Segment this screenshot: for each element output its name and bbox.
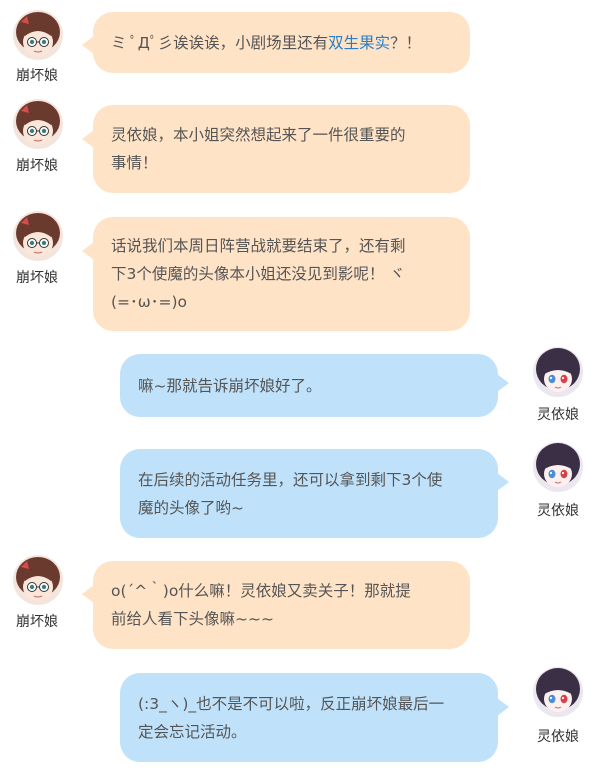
message-bubble: ミ ﾟДﾟ彡诶诶诶，小剧场里还有双生果实？！ [93,12,470,73]
message-bubble: 话说我们本周日阵营战就要结束了，还有剩 下3个使魔的头像本小姐还没见到影呢！ ヾ (… [93,217,470,331]
message-text-part: ？！ [390,33,422,52]
message-line: o(´^｀)o什么嘛！灵依娘又卖关子！那就提 [111,582,411,600]
speaker-name: 灵依娘 [537,729,579,745]
message-text: o(´^｀)o什么嘛！灵依娘又卖关子！那就提 前给人看下头像嘛~~~ [111,577,411,633]
message-line: 定会忘记活动。 [138,722,247,741]
message-bubble: 在后续的活动任务里，还可以拿到剩下3个使 魔的头像了哟~ [120,449,498,538]
speaker-name: 崩坏娘 [16,68,58,84]
message-line: 灵依娘，本小姐突然想起来了一件很重要的 [111,126,406,144]
bubble-tail [497,698,509,716]
message-line: 前给人看下头像嘛~~~ [111,610,274,628]
message-text: 话说我们本周日阵营战就要结束了，还有剩 下3个使魔的头像本小姐还没见到影呢！ ヾ (… [111,232,406,316]
bubble-tail [497,473,509,491]
message-text-part: ミ ﾟДﾟ彡诶诶诶，小剧场里还有 [111,33,329,52]
bronya-chibi-avatar-icon[interactable] [13,555,63,605]
message-bubble: (:3_ヽ)_也不是不可以啦，反正崩坏娘最后一 定会忘记活动。 [120,673,498,762]
message-line: 下3个使魔的头像本小姐还没见到影呢！ ヾ [111,265,405,283]
message-text: 在后续的活动任务里，还可以拿到剩下3个使 魔的头像了哟~ [138,466,442,522]
message-bubble: o(´^｀)o什么嘛！灵依娘又卖关子！那就提 前给人看下头像嘛~~~ [93,561,470,649]
message-line: 在后续的活动任务里，还可以拿到剩下3个使 [138,470,443,489]
twin-fruit-highlight: 双生果实 [328,33,391,52]
message-line: 话说我们本周日阵营战就要结束了，还有剩 [111,237,406,255]
message-bubble: 嘛~那就告诉崩坏娘好了。 [120,354,498,417]
speaker-name: 崩坏娘 [16,270,58,286]
message-line: 事情！ [111,154,158,172]
speaker-name: 崩坏娘 [16,158,58,174]
speaker-name: 崩坏娘 [16,614,58,630]
message-line: (:3_ヽ)_也不是不可以啦，反正崩坏娘最后一 [138,694,445,713]
message-line: 魔的头像了哟~ [138,498,244,517]
lingyi-chibi-avatar-icon[interactable] [533,667,583,717]
lingyi-chibi-avatar-icon[interactable] [533,347,583,397]
message-text: 嘛~那就告诉崩坏娘好了。 [138,376,322,395]
message-text: ミ ﾟДﾟ彡诶诶诶，小剧场里还有双生果实？！ [111,29,421,57]
bronya-chibi-avatar-icon[interactable] [13,99,63,149]
speaker-name: 灵依娘 [537,407,579,423]
message-text: (:3_ヽ)_也不是不可以啦，反正崩坏娘最后一 定会忘记活动。 [138,690,444,746]
bronya-chibi-avatar-icon[interactable] [13,211,63,261]
lingyi-chibi-avatar-icon[interactable] [533,442,583,492]
bubble-tail [497,374,509,392]
message-bubble: 灵依娘，本小姐突然想起来了一件很重要的 事情！ [93,105,470,193]
message-text: 灵依娘，本小姐突然想起来了一件很重要的 事情！ [111,121,406,177]
message-line: (=･ω･=)o [111,293,188,311]
bronya-chibi-avatar-icon[interactable] [13,10,63,60]
speaker-name: 灵依娘 [537,503,579,519]
